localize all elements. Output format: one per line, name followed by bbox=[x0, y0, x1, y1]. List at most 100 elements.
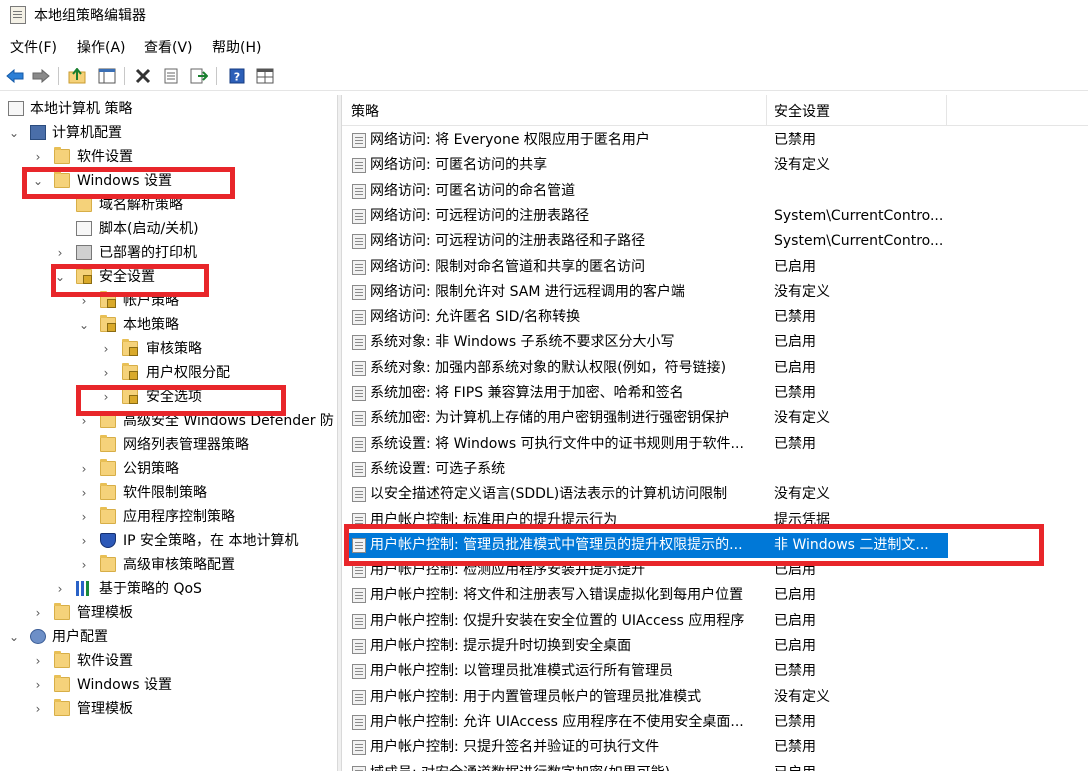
expand-chevron-icon[interactable]: › bbox=[100, 361, 112, 385]
policy-row[interactable]: 网络访问: 限制允许对 SAM 进行远程调用的客户端 没有定义 bbox=[342, 280, 1088, 305]
policy-row[interactable]: 系统加密: 为计算机上存储的用户密钥强制进行强密钥保护 没有定义 bbox=[342, 406, 1088, 431]
policy-row[interactable]: 系统加密: 将 FIPS 兼容算法用于加密、哈希和签名 已禁用 bbox=[342, 381, 1088, 406]
show-hide-tree-icon[interactable] bbox=[96, 65, 118, 87]
annotation-box-security-options bbox=[76, 385, 286, 416]
policy-setting-icon bbox=[352, 689, 366, 705]
tree-item-ip-security[interactable]: › IP 安全策略，在 本地计算机 bbox=[0, 529, 337, 553]
tree-item-local-computer-policy[interactable]: 本地计算机 策略 bbox=[0, 97, 337, 121]
policy-setting-icon bbox=[352, 208, 366, 224]
policy-name: 用户帐户控制: 提示提升时切换到安全桌面 bbox=[370, 638, 632, 654]
up-folder-icon[interactable] bbox=[66, 65, 88, 87]
tree-item-scripts[interactable]: 脚本(启动/关机) bbox=[0, 217, 337, 241]
expand-chevron-icon[interactable]: › bbox=[100, 337, 112, 361]
menu-action[interactable]: 操作(A) bbox=[77, 37, 126, 57]
tree-item-user-admin-templates[interactable]: › 管理模板 bbox=[0, 697, 337, 721]
forward-icon[interactable] bbox=[30, 65, 52, 87]
expand-chevron-icon[interactable]: › bbox=[32, 673, 44, 697]
policy-list[interactable]: 策略 ^ 安全设置 网络访问: 将 Everyone 权限应用于匿名用户 已禁用网… bbox=[342, 95, 1088, 771]
column-divider[interactable] bbox=[946, 95, 947, 125]
policy-row[interactable]: 用户帐户控制: 将文件和注册表写入错误虚拟化到每用户位置 已启用 bbox=[342, 583, 1088, 608]
help-icon[interactable]: ? bbox=[226, 65, 248, 87]
policy-row[interactable]: 用户帐户控制: 提示提升时切换到安全桌面 已启用 bbox=[342, 634, 1088, 659]
expand-chevron-icon[interactable]: › bbox=[54, 577, 66, 601]
policy-setting-icon bbox=[352, 360, 366, 376]
expand-chevron-icon[interactable]: › bbox=[78, 457, 90, 481]
tree-item-app-control[interactable]: › 应用程序控制策略 bbox=[0, 505, 337, 529]
folder-icon bbox=[54, 147, 70, 164]
tree-item-user-software-settings[interactable]: › 软件设置 bbox=[0, 649, 337, 673]
policy-row[interactable]: 系统设置: 可选子系统 bbox=[342, 457, 1088, 482]
policy-row[interactable]: 网络访问: 可远程访问的注册表路径 System\CurrentContro... bbox=[342, 204, 1088, 229]
policy-row[interactable]: 网络访问: 可远程访问的注册表路径和子路径 System\CurrentContr… bbox=[342, 229, 1088, 254]
tree-item-advanced-audit[interactable]: › 高级审核策略配置 bbox=[0, 553, 337, 577]
tree-item-label: 应用程序控制策略 bbox=[123, 509, 235, 525]
menu-help[interactable]: 帮助(H) bbox=[212, 37, 261, 57]
tree-item-software-settings[interactable]: › 软件设置 bbox=[0, 145, 337, 169]
policy-name: 系统设置: 将 Windows 可执行文件中的证书规则用于软件... bbox=[370, 435, 744, 452]
properties-icon[interactable] bbox=[160, 65, 182, 87]
collapse-chevron-icon[interactable]: ⌄ bbox=[8, 121, 20, 145]
export-list-icon[interactable] bbox=[188, 65, 210, 87]
policy-row[interactable]: 网络访问: 可匿名访问的共享 没有定义 bbox=[342, 153, 1088, 178]
collapse-chevron-icon[interactable]: ⌄ bbox=[78, 313, 90, 337]
tree-item-label: 审核策略 bbox=[146, 341, 202, 357]
expand-chevron-icon[interactable]: › bbox=[32, 697, 44, 721]
back-icon[interactable] bbox=[4, 65, 26, 87]
folder-icon bbox=[100, 555, 116, 572]
policy-row[interactable]: 网络访问: 允许匿名 SID/名称转换 已禁用 bbox=[342, 305, 1088, 330]
console-view-icon[interactable] bbox=[254, 65, 276, 87]
column-header-policy[interactable]: 策略 bbox=[351, 95, 379, 125]
menu-view[interactable]: 查看(V) bbox=[144, 37, 193, 57]
policy-security-setting: 没有定义 bbox=[774, 486, 830, 503]
tree-item-user-rights[interactable]: › 用户权限分配 bbox=[0, 361, 337, 385]
delete-icon[interactable] bbox=[132, 65, 154, 87]
tree-item-computer-config[interactable]: ⌄ 计算机配置 bbox=[0, 121, 337, 145]
tree-item-audit-policy[interactable]: › 审核策略 bbox=[0, 337, 337, 361]
policy-row[interactable]: 网络访问: 限制对命名管道和共享的匿名访问 已启用 bbox=[342, 255, 1088, 280]
policy-setting-icon bbox=[352, 133, 366, 148]
tree-item-deployed-printers[interactable]: › 已部署的打印机 bbox=[0, 241, 337, 265]
policy-row[interactable]: 系统对象: 非 Windows 子系统不要求区分大小写 已启用 bbox=[342, 330, 1088, 355]
expand-chevron-icon[interactable]: › bbox=[32, 145, 44, 169]
policy-row[interactable]: 用户帐户控制: 允许 UIAccess 应用程序在不使用安全桌面... 已禁用 bbox=[342, 710, 1088, 735]
expand-chevron-icon[interactable]: › bbox=[78, 505, 90, 529]
annotation-box-selected-policy bbox=[344, 524, 1044, 566]
tree-item-software-restriction[interactable]: › 软件限制策略 bbox=[0, 481, 337, 505]
expand-chevron-icon[interactable]: › bbox=[78, 481, 90, 505]
expand-chevron-icon[interactable]: › bbox=[32, 649, 44, 673]
expand-chevron-icon[interactable]: › bbox=[78, 529, 90, 553]
expand-chevron-icon[interactable]: › bbox=[54, 241, 66, 265]
expand-chevron-icon[interactable]: › bbox=[32, 601, 44, 625]
tree-item-label: 管理模板 bbox=[77, 605, 133, 621]
tree-item-qos[interactable]: › 基于策略的 QoS bbox=[0, 577, 337, 601]
policy-security-setting: System\CurrentContro... bbox=[774, 207, 944, 224]
tree-item-admin-templates[interactable]: › 管理模板 bbox=[0, 601, 337, 625]
column-header-setting[interactable]: 安全设置 bbox=[774, 95, 830, 125]
policy-name: 以安全描述符定义语言(SDDL)语法表示的计算机访问限制 bbox=[370, 486, 728, 503]
policy-security-setting: 已禁用 bbox=[774, 435, 816, 452]
collapse-chevron-icon[interactable]: ⌄ bbox=[8, 625, 20, 649]
ip-security-icon bbox=[100, 533, 116, 548]
column-divider[interactable] bbox=[766, 95, 767, 125]
policy-row[interactable]: 用户帐户控制: 用于内置管理员帐户的管理员批准模式 没有定义 bbox=[342, 685, 1088, 710]
policy-row[interactable]: 用户帐户控制: 以管理员批准模式运行所有管理员 已禁用 bbox=[342, 659, 1088, 684]
policy-row[interactable]: 用户帐户控制: 仅提升安装在安全位置的 UIAccess 应用程序 已启用 bbox=[342, 609, 1088, 634]
tree-item-user-windows-settings[interactable]: › Windows 设置 bbox=[0, 673, 337, 697]
policy-row[interactable]: 用户帐户控制: 只提升签名并验证的可执行文件 已禁用 bbox=[342, 735, 1088, 760]
policy-name: 系统加密: 将 FIPS 兼容算法用于加密、哈希和签名 bbox=[370, 385, 684, 401]
policy-row[interactable]: 域成员: 对安全通道数据进行数字加密(如果可能) 已启用 bbox=[342, 761, 1088, 771]
policy-row[interactable]: 网络访问: 将 Everyone 权限应用于匿名用户 已禁用 bbox=[342, 128, 1088, 153]
policy-name: 系统设置: 可选子系统 bbox=[370, 460, 506, 477]
policy-row[interactable]: 系统对象: 加强内部系统对象的默认权限(例如，符号链接) 已启用 bbox=[342, 356, 1088, 381]
policy-name: 系统加密: 为计算机上存储的用户密钥强制进行强密钥保护 bbox=[370, 410, 730, 427]
policy-row[interactable]: 网络访问: 可匿名访问的命名管道 bbox=[342, 179, 1088, 204]
expand-chevron-icon[interactable]: › bbox=[78, 553, 90, 577]
tree-item-network-list-manager[interactable]: 网络列表管理器策略 bbox=[0, 433, 337, 457]
policy-row[interactable]: 以安全描述符定义语言(SDDL)语法表示的计算机访问限制 没有定义 bbox=[342, 482, 1088, 507]
tree-item-local-policies[interactable]: ⌄ 本地策略 bbox=[0, 313, 337, 337]
folder-icon bbox=[54, 603, 70, 620]
tree-item-public-key-policies[interactable]: › 公钥策略 bbox=[0, 457, 337, 481]
tree-item-user-config[interactable]: ⌄ 用户配置 bbox=[0, 625, 337, 649]
policy-row[interactable]: 系统设置: 将 Windows 可执行文件中的证书规则用于软件... 已禁用 bbox=[342, 432, 1088, 457]
menu-file[interactable]: 文件(F) bbox=[10, 37, 57, 57]
